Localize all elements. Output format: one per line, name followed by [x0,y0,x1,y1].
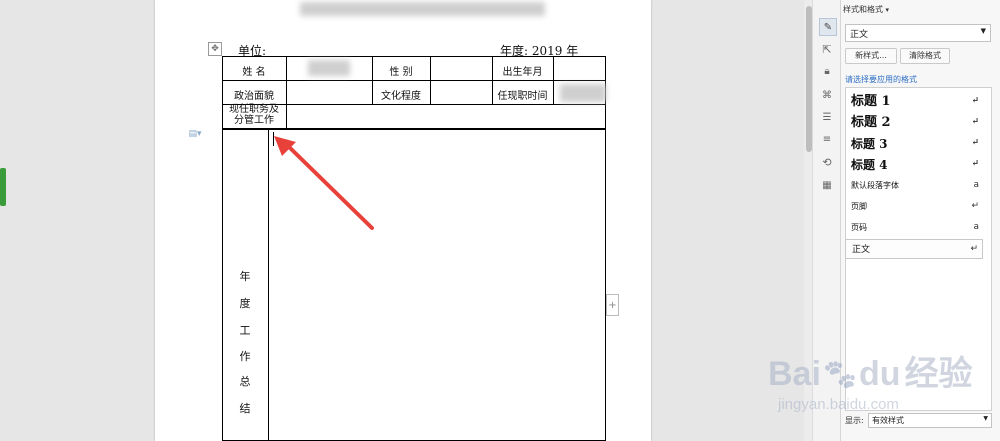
position-label: 现任职务及 分管工作 [229,104,279,126]
gender-label: 性 别 [389,67,413,78]
panel-title: 样式和格式 ▾ [843,5,890,14]
birth-label: 出生年月 [502,67,543,78]
select-icon[interactable]: ⇱ [820,42,834,56]
style-heading-1[interactable]: 标题 1 ↵ [845,92,983,112]
list-icon[interactable]: ☰ [820,110,834,124]
style-heading-4[interactable]: 标题 4 ↵ [845,155,983,175]
lock-icon[interactable]: 🔒︎ [820,64,834,78]
style-format-icon[interactable]: ✎ [819,18,837,36]
summary-char: 工 [239,324,251,337]
blurred-tenure-value [560,84,606,102]
tenure-label: 任现职时间 [497,91,548,102]
paragraph-icon[interactable]: ▤▾ [186,128,204,140]
education-label: 文化程度 [381,91,421,102]
summary-char: 作 [239,350,251,363]
history-icon[interactable]: ⟲ [820,155,834,169]
blurred-name-value [308,60,350,76]
clear-format-button[interactable]: 清除格式 [900,48,950,64]
style-page-number[interactable]: 页码 a [845,218,983,238]
summary-char: 结 [239,402,251,415]
summary-char: 度 [239,297,251,310]
table-move-icon[interactable]: ✥ [208,42,222,56]
outline-icon[interactable]: ≡ [820,132,834,146]
summary-char: 总 [239,375,251,388]
baidu-watermark: Bai🐾︎du 经验 jingyan.baidu.com [768,355,973,413]
current-style-value: 正文 [850,30,869,40]
current-style-select[interactable]: 正文 ▼ [845,24,991,42]
politics-label: 政治面貌 [234,91,274,102]
add-column-button[interactable]: + [606,294,619,316]
watermark-url: jingyan.baidu.com [778,396,899,413]
name-label: 姓 名 [242,67,266,78]
apply-prompt: 请选择要应用的格式 [845,75,917,84]
chevron-down-icon: ▼ [980,27,986,35]
style-footer[interactable]: 页脚 ↵ [845,197,983,217]
blurred-header [300,2,545,16]
style-default-font[interactable]: 默认段落字体 a [845,176,983,196]
share-icon[interactable]: ⌘ [820,88,834,102]
style-heading-2[interactable]: 标题 2 ↵ [845,113,983,133]
style-body-text[interactable]: 正文 ↵ [845,239,983,259]
chart-icon[interactable]: ▦ [820,178,834,192]
new-style-button[interactable]: 新样式... [845,48,897,64]
style-heading-3[interactable]: 标题 3 ↵ [845,134,983,154]
scroll-handle[interactable] [0,168,6,206]
paw-icon: 🐾︎ [820,359,860,392]
annotation-arrow [274,136,374,230]
summary-char: 年 [239,270,251,283]
